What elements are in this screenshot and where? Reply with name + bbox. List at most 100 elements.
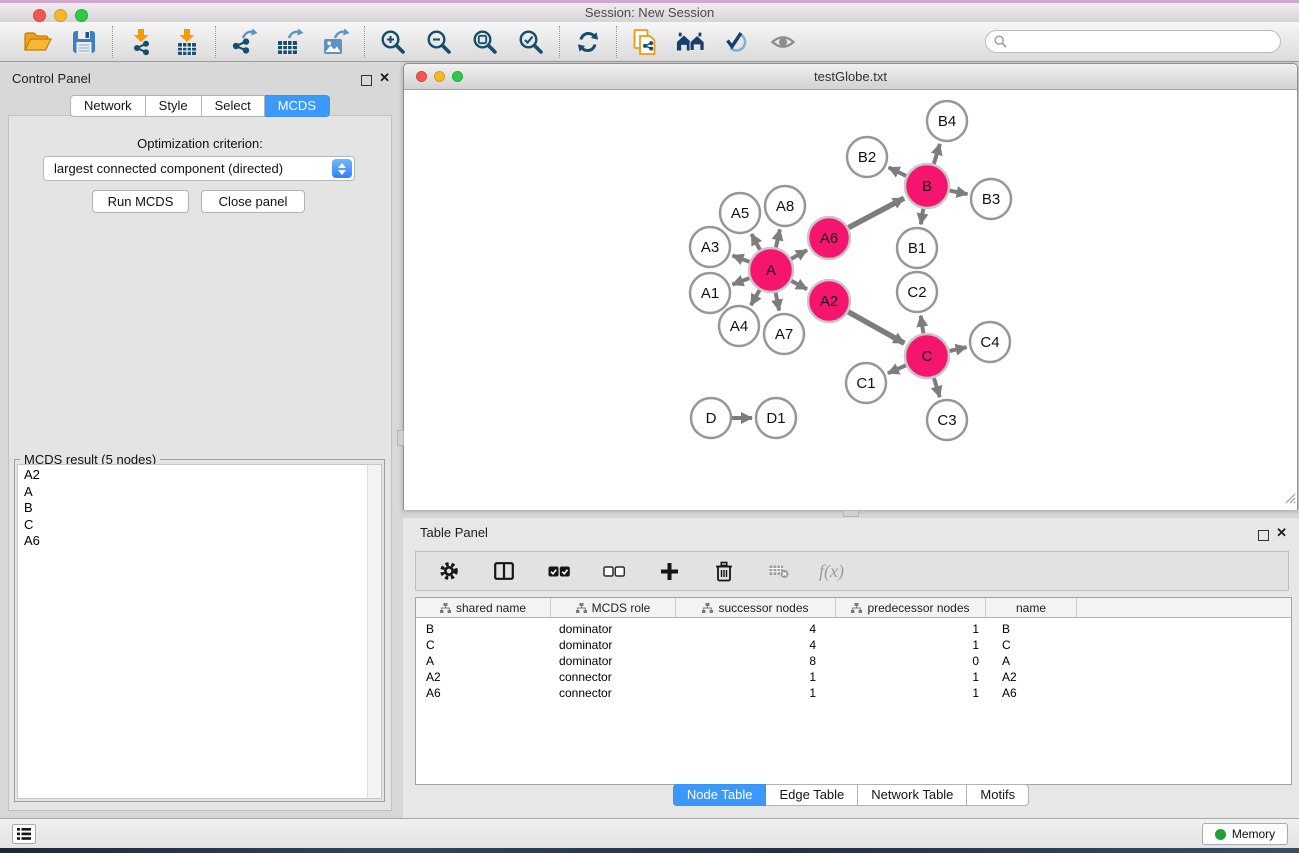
- zoom-window-button[interactable]: [75, 9, 88, 22]
- minimize-network-button[interactable]: [434, 71, 445, 82]
- search-input[interactable]: [985, 30, 1281, 53]
- tab-network[interactable]: Network: [70, 95, 146, 117]
- graph-node-label: C3: [937, 412, 956, 429]
- task-history-button[interactable]: [12, 824, 36, 844]
- run-mcds-button[interactable]: Run MCDS: [92, 190, 189, 213]
- column-header-mcds-role[interactable]: MCDS role: [551, 598, 676, 617]
- table-cell: dominator: [551, 622, 676, 636]
- graph-edge-C-C3[interactable]: [934, 378, 940, 397]
- close-panel-button[interactable]: Close panel: [201, 190, 305, 213]
- export-network-icon[interactable]: [229, 27, 259, 57]
- column-visibility-icon[interactable]: [489, 556, 519, 586]
- graph-edge-B-B2[interactable]: [889, 167, 907, 176]
- graph-edge-C-C4[interactable]: [950, 347, 967, 351]
- table-row[interactable]: Adominator80A: [416, 653, 1291, 669]
- minimize-window-button[interactable]: [54, 9, 67, 22]
- network-window-titlebar[interactable]: testGlobe.txt: [404, 64, 1297, 90]
- save-session-icon[interactable]: [69, 27, 99, 57]
- window-titlebar[interactable]: Session: New Session: [0, 3, 1299, 23]
- import-table-icon[interactable]: [172, 27, 202, 57]
- column-header-name[interactable]: name: [986, 598, 1077, 617]
- column-header-successor-nodes[interactable]: successor nodes: [676, 598, 836, 617]
- new-network-icon[interactable]: [630, 27, 660, 57]
- graph-edge-A-A3[interactable]: [733, 256, 750, 262]
- column-header-shared-name[interactable]: shared name: [416, 598, 551, 617]
- horizontal-split-handle[interactable]: [843, 510, 859, 517]
- table-row[interactable]: A6connector11A6: [416, 685, 1291, 701]
- table-cell: 1: [676, 670, 836, 684]
- zoom-fit-icon[interactable]: [470, 27, 500, 57]
- mcds-result-item[interactable]: C: [18, 517, 381, 534]
- delete-column-trash-icon[interactable]: [709, 556, 739, 586]
- graph-edge-B-B1[interactable]: [921, 209, 924, 225]
- mcds-result-item[interactable]: A6: [18, 533, 381, 550]
- graph-edge-C-C1[interactable]: [888, 365, 906, 373]
- vertical-split-handle[interactable]: [397, 430, 404, 446]
- network-canvas[interactable]: AA1A2A3A4A5A6A7A8BB1B2B3B4CC1C2C3C4DD1: [404, 90, 1297, 510]
- tab-network-table[interactable]: Network Table: [858, 784, 967, 806]
- mcds-result-item[interactable]: A2: [18, 467, 381, 484]
- zoom-selected-icon[interactable]: [516, 27, 546, 57]
- close-panel-icon[interactable]: ✕: [379, 71, 390, 84]
- export-table-icon[interactable]: [275, 27, 305, 57]
- apply-layout-icon[interactable]: [573, 27, 603, 57]
- graph-edge-A2-C[interactable]: [848, 312, 904, 344]
- zoom-network-button[interactable]: [452, 71, 463, 82]
- optimization-criterion-value: largest connected component (directed): [54, 161, 283, 176]
- eye-icon[interactable]: [768, 27, 798, 57]
- main-toolbar: [0, 22, 1299, 62]
- float-table-panel-icon[interactable]: [1258, 528, 1269, 546]
- table-row[interactable]: A2connector11A2: [416, 669, 1291, 685]
- resize-grip-icon[interactable]: [1283, 491, 1296, 509]
- home-icon[interactable]: [676, 27, 706, 57]
- tab-style[interactable]: Style: [146, 95, 202, 117]
- tab-node-table[interactable]: Node Table: [673, 784, 767, 806]
- graph-node-label: A2: [820, 293, 838, 310]
- graph-edge-A-A2[interactable]: [791, 281, 807, 289]
- memory-button[interactable]: Memory: [1202, 823, 1288, 845]
- graph-edge-A6-B[interactable]: [848, 198, 904, 228]
- table-tabs: Node TableEdge TableNetwork TableMotifs: [403, 784, 1299, 806]
- float-panel-icon[interactable]: [361, 73, 372, 91]
- graph-edge-A-A5[interactable]: [752, 234, 761, 250]
- import-network-icon[interactable]: [126, 27, 156, 57]
- scrollbar-track[interactable]: [367, 465, 381, 798]
- mcds-result-item[interactable]: A: [18, 484, 381, 501]
- graph-edge-A-A1[interactable]: [733, 278, 750, 284]
- function-builder-icon[interactable]: f(x): [819, 561, 844, 582]
- traffic-lights: [33, 9, 88, 22]
- table-row[interactable]: Bdominator41B: [416, 621, 1291, 637]
- mcds-result-list[interactable]: A2ABCA6: [17, 464, 382, 799]
- graph-edge-B-B3[interactable]: [950, 191, 968, 195]
- add-column-icon[interactable]: [654, 556, 684, 586]
- deselect-all-rows-icon[interactable]: [599, 556, 629, 586]
- open-session-icon[interactable]: [23, 27, 53, 57]
- close-network-button[interactable]: [416, 71, 427, 82]
- delete-table-icon[interactable]: [764, 556, 794, 586]
- optimization-criterion-select[interactable]: largest connected component (directed): [43, 156, 355, 181]
- graph-edge-A-A8[interactable]: [776, 229, 780, 247]
- table-row[interactable]: Cdominator41C: [416, 637, 1291, 653]
- graph-node-label: B2: [858, 149, 876, 166]
- zoom-out-icon[interactable]: [424, 27, 454, 57]
- table-settings-gear-icon[interactable]: [434, 556, 464, 586]
- show-graphics-details-icon[interactable]: [722, 27, 752, 57]
- table-cell: A2: [416, 670, 551, 684]
- tab-motifs[interactable]: Motifs: [967, 784, 1029, 806]
- mcds-result-item[interactable]: B: [18, 500, 381, 517]
- table-cell: 1: [836, 670, 986, 684]
- graph-edge-C-C2[interactable]: [921, 316, 924, 334]
- select-all-rows-icon[interactable]: [544, 556, 574, 586]
- close-table-panel-icon[interactable]: ✕: [1276, 526, 1287, 539]
- graph-edge-A-A6[interactable]: [791, 250, 807, 259]
- graph-edge-B-B4[interactable]: [934, 144, 940, 164]
- column-header-predecessor-nodes[interactable]: predecessor nodes: [836, 598, 986, 617]
- tab-select[interactable]: Select: [202, 95, 265, 117]
- close-window-button[interactable]: [33, 9, 46, 22]
- zoom-in-icon[interactable]: [378, 27, 408, 57]
- graph-edge-A-A7[interactable]: [776, 293, 780, 311]
- tab-edge-table[interactable]: Edge Table: [766, 784, 858, 806]
- graph-edge-A-A4[interactable]: [751, 290, 760, 305]
- export-image-icon[interactable]: [321, 27, 351, 57]
- tab-mcds[interactable]: MCDS: [265, 95, 330, 117]
